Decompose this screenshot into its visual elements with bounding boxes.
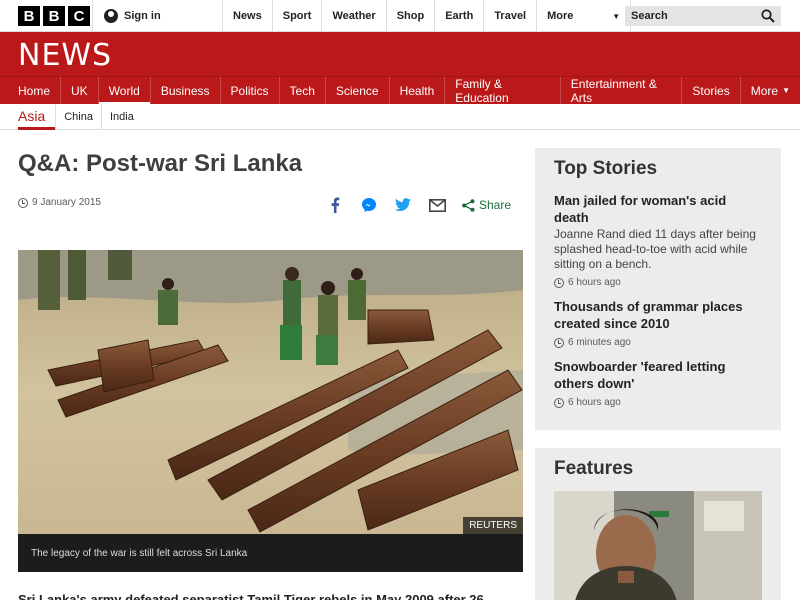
clock-icon — [554, 397, 564, 408]
top-nav-shop[interactable]: Shop — [385, 0, 435, 32]
story-time: 6 hours ago — [554, 277, 762, 288]
top-nav-earth[interactable]: Earth — [434, 0, 483, 32]
story-time: 6 minutes ago — [554, 337, 762, 348]
story-headline[interactable]: Thousands of grammar places created sinc… — [554, 298, 762, 332]
nav-stories[interactable]: Stories — [682, 77, 741, 104]
top-nav-more-label: More — [547, 10, 574, 22]
top-nav-sport[interactable]: Sport — [271, 0, 322, 32]
clock-icon — [18, 197, 28, 208]
article-date: 9 January 2015 — [18, 197, 101, 208]
story-time-text: 6 minutes ago — [568, 337, 631, 348]
article-body-intro: Sri Lanka's army defeated separatist Tam… — [18, 592, 484, 600]
twitter-icon[interactable] — [394, 196, 412, 214]
story-time-text: 6 hours ago — [568, 397, 621, 408]
messenger-icon[interactable] — [360, 196, 378, 214]
news-logo[interactable]: NEWS — [18, 38, 112, 73]
nav-more[interactable]: More ▼ — [741, 77, 800, 104]
bbc-logo[interactable]: B B C — [18, 6, 90, 26]
logo-letter-b1: B — [18, 6, 40, 26]
clock-icon — [554, 277, 564, 288]
features-panel: Features — [535, 448, 781, 600]
section-nav: Home UK World Business Politics Tech Sci… — [0, 76, 800, 105]
nav-science[interactable]: Science — [326, 77, 390, 104]
top-nav: News Sport Weather Shop Earth Travel Mor… — [222, 0, 632, 32]
features-title: Features — [554, 458, 634, 479]
nav-family-education[interactable]: Family & Education — [445, 77, 561, 105]
top-stories-title: Top Stories — [554, 158, 658, 179]
nav-business[interactable]: Business — [151, 77, 221, 104]
user-icon — [104, 9, 118, 23]
divider — [92, 0, 93, 32]
hero-photo — [18, 250, 523, 534]
subnav-india[interactable]: India — [100, 104, 142, 130]
clock-icon — [554, 337, 564, 348]
search-icon[interactable] — [761, 9, 775, 23]
search-placeholder: Search — [631, 10, 668, 22]
story-headline[interactable]: Snowboarder 'feared letting others down' — [554, 358, 762, 392]
top-nav-news[interactable]: News — [222, 0, 272, 32]
hero-image: REUTERS — [18, 250, 523, 534]
logo-letter-b2: B — [43, 6, 65, 26]
caret-down-icon: ▼ — [612, 11, 621, 21]
bbc-top-bar: B B C Sign in News Sport Weather Shop Ea… — [0, 0, 800, 32]
subnav-asia[interactable]: Asia — [18, 104, 56, 130]
story-headline[interactable]: Man jailed for woman's acid death — [554, 192, 762, 226]
article-headline: Q&A: Post-war Sri Lanka — [18, 150, 303, 177]
story-time-text: 6 hours ago — [568, 277, 621, 288]
top-nav-travel[interactable]: Travel — [483, 0, 536, 32]
nav-uk[interactable]: UK — [61, 77, 99, 104]
nav-health[interactable]: Health — [390, 77, 446, 104]
nav-tech[interactable]: Tech — [280, 77, 326, 104]
signin-label: Sign in — [124, 10, 161, 22]
story-summary: Joanne Rand died 11 days after being spl… — [554, 227, 756, 271]
feature-photo — [554, 491, 762, 600]
top-nav-weather[interactable]: Weather — [321, 0, 385, 32]
nav-home[interactable]: Home — [8, 77, 62, 104]
top-nav-more[interactable]: More ▼ — [536, 0, 632, 32]
nav-more-label: More — [750, 83, 779, 98]
nav-entertainment-arts[interactable]: Entertainment & Arts — [561, 77, 683, 105]
story-item[interactable]: Snowboarder 'feared letting others down'… — [554, 358, 762, 408]
share-button[interactable]: Share — [462, 198, 511, 212]
news-banner: NEWS — [0, 32, 800, 76]
article-date-text: 9 January 2015 — [32, 197, 101, 208]
share-label: Share — [479, 198, 512, 212]
signin-link[interactable]: Sign in — [104, 0, 161, 32]
story-item[interactable]: Thousands of grammar places created sinc… — [554, 298, 762, 348]
story-item[interactable]: Man jailed for woman's acid death Joanne… — [554, 192, 762, 288]
image-credit: REUTERS — [463, 517, 523, 534]
nav-politics[interactable]: Politics — [221, 77, 280, 104]
email-icon[interactable] — [428, 196, 446, 214]
share-icon — [462, 198, 475, 212]
story-time: 6 hours ago — [554, 397, 762, 408]
feature-image[interactable] — [554, 491, 762, 600]
subnav-china[interactable]: China — [55, 104, 101, 130]
caret-down-icon: ▼ — [782, 86, 790, 95]
facebook-icon[interactable] — [326, 196, 344, 214]
image-caption: The legacy of the war is still felt acro… — [18, 534, 523, 572]
logo-letter-c: C — [68, 6, 90, 26]
top-stories-panel: Top Stories Man jailed for woman's acid … — [535, 148, 781, 430]
search-box[interactable]: Search — [625, 6, 781, 26]
share-bar: Share — [326, 196, 511, 214]
sub-nav: Asia China India — [0, 104, 800, 130]
nav-world[interactable]: World — [98, 77, 151, 105]
